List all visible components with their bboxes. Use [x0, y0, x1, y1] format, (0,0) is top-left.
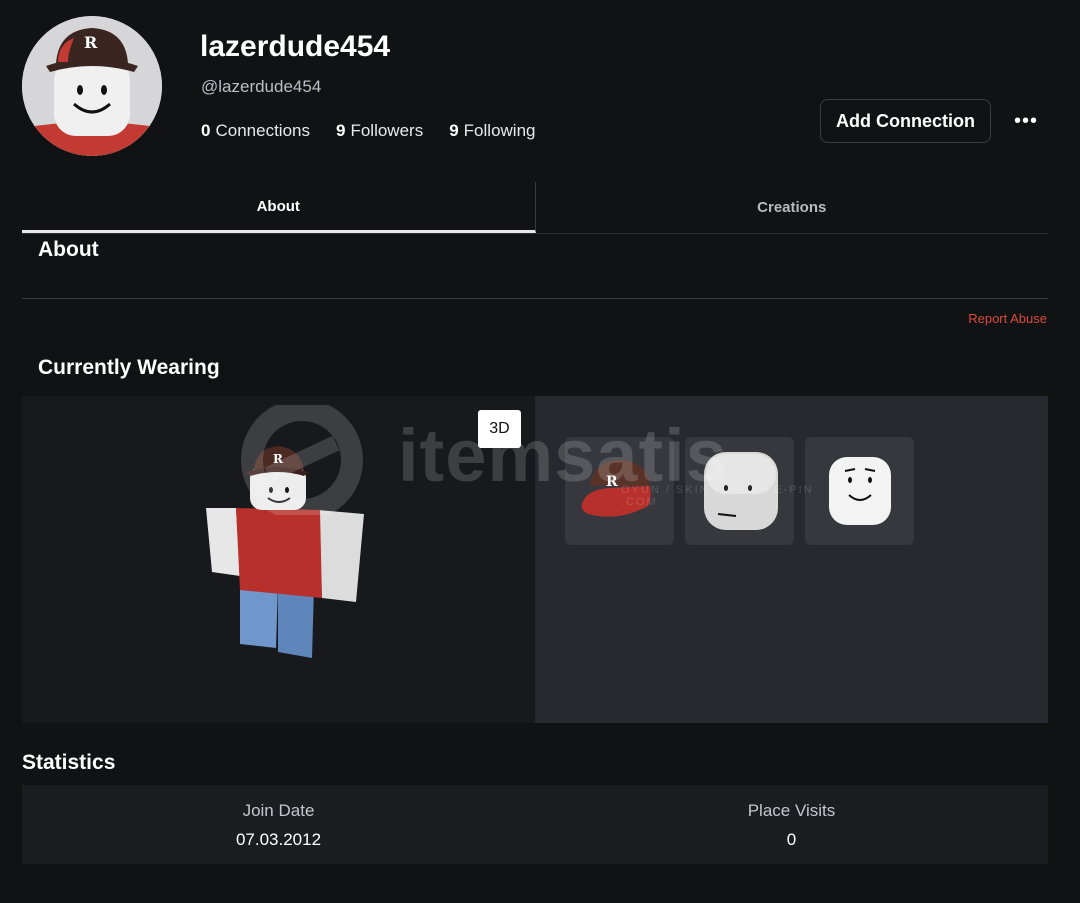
profile-tabs: About Creations	[22, 182, 1048, 234]
avatar-headshot: R	[22, 16, 162, 156]
report-abuse-link[interactable]: Report Abuse	[968, 311, 1047, 326]
followers-link[interactable]: 9 Followers	[336, 121, 423, 141]
statistics-heading: Statistics	[22, 751, 116, 774]
cap-item-icon: R	[581, 460, 651, 517]
statistics-panel: Join Date 07.03.2012 Place Visits 0	[22, 785, 1048, 864]
following-count: 9	[449, 121, 459, 140]
tab-creations[interactable]: Creations	[536, 182, 1049, 233]
head-item-icon	[703, 452, 778, 530]
following-link[interactable]: 9 Following	[449, 121, 535, 141]
followers-count: 9	[335, 121, 346, 140]
worn-items-grid: R	[535, 396, 1048, 723]
display-name: lazerdude454	[200, 30, 391, 63]
place-visits-value: 0	[786, 830, 797, 849]
connections-label: Connections	[215, 121, 310, 140]
svg-text:R: R	[606, 474, 618, 490]
join-date-value: 07.03.2012	[235, 830, 322, 849]
about-divider	[22, 298, 1048, 299]
followers-label: Followers	[350, 121, 424, 140]
join-date-label: Join Date	[242, 801, 315, 820]
worn-item-face[interactable]	[805, 437, 914, 545]
svg-text:R: R	[84, 33, 98, 52]
more-options-icon[interactable]: •••	[1010, 108, 1042, 134]
add-connection-button[interactable]: Add Connection	[820, 99, 991, 143]
place-visits-stat: Place Visits 0	[535, 785, 1048, 864]
worn-item-head[interactable]	[685, 437, 794, 545]
following-label: Following	[463, 121, 536, 140]
avatar-figure: R	[206, 446, 364, 658]
currently-wearing-panel: R 3D R	[22, 396, 1048, 723]
face-item-icon	[828, 457, 891, 525]
username-handle: @lazerdude454	[201, 77, 322, 96]
connections-count: 0	[201, 121, 211, 140]
connections-link[interactable]: 0 Connections	[201, 121, 310, 141]
toggle-3d-button[interactable]: 3D	[478, 410, 521, 448]
tab-about[interactable]: About	[22, 182, 536, 233]
currently-wearing-heading: Currently Wearing	[38, 356, 220, 379]
avatar-3d-view: R 3D	[22, 396, 535, 723]
social-stats: 0 Connections 9 Followers 9 Following	[201, 121, 561, 141]
svg-text:R: R	[273, 452, 284, 466]
place-visits-label: Place Visits	[747, 801, 836, 820]
join-date-stat: Join Date 07.03.2012	[22, 785, 535, 864]
worn-item-cap[interactable]: R	[565, 437, 674, 545]
about-heading: About	[38, 238, 99, 261]
